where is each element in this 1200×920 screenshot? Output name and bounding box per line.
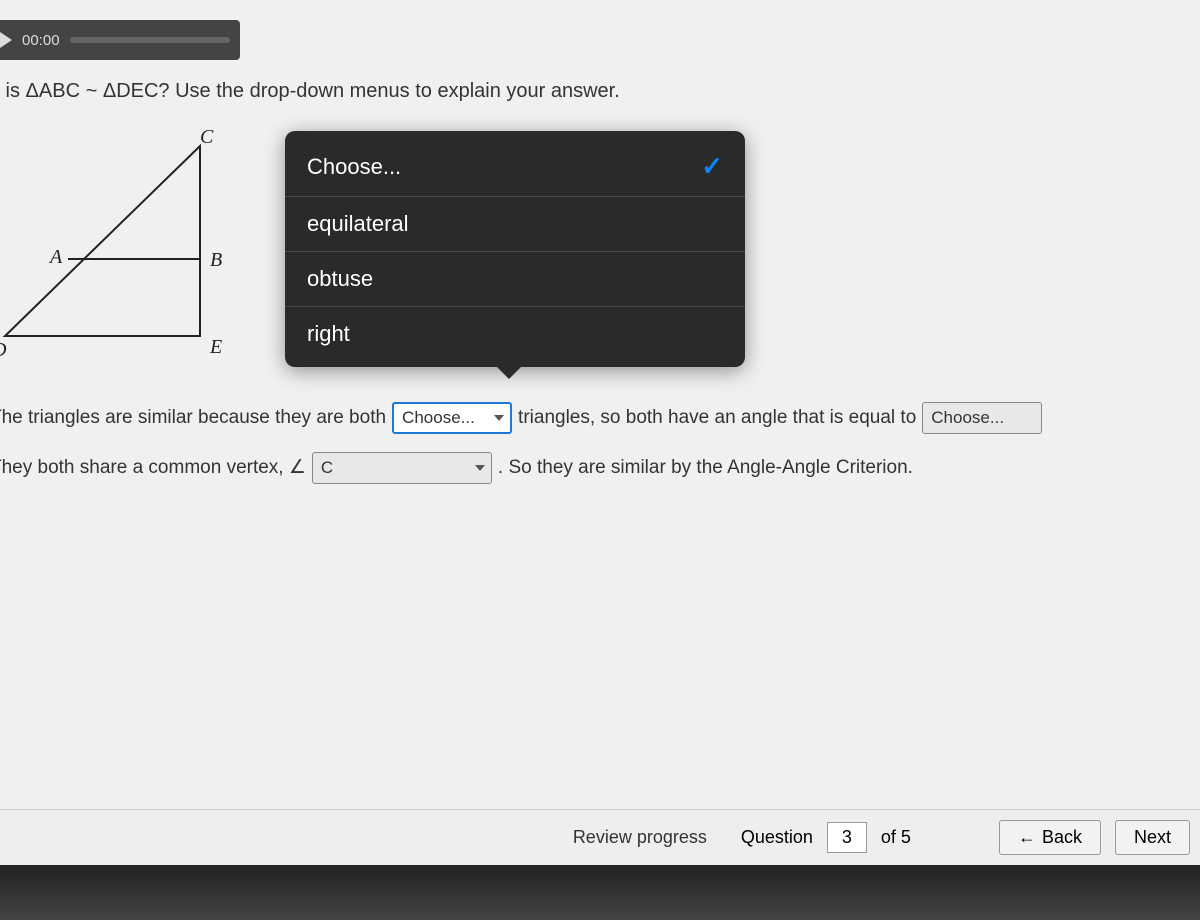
- statement-text: . So they are similar by the Angle-Angle…: [498, 447, 913, 489]
- triangle-diagram: C A B D E: [0, 131, 240, 351]
- vertex-dropdown[interactable]: C: [312, 452, 492, 484]
- popover-option-label: Choose...: [307, 154, 401, 180]
- check-icon: ✓: [701, 151, 723, 182]
- video-scrubber[interactable]: [70, 37, 230, 43]
- dropdown-popover: Choose... ✓ equilateral obtuse right: [285, 131, 745, 367]
- popover-option-label: equilateral: [307, 211, 409, 237]
- statement-text: The triangles are similar because they a…: [0, 397, 386, 439]
- popover-option-label: right: [307, 321, 350, 347]
- angle-dropdown[interactable]: Choose...: [922, 402, 1042, 434]
- popover-option-obtuse[interactable]: obtuse: [285, 252, 745, 307]
- chevron-down-icon: [494, 415, 504, 421]
- current-question-input[interactable]: 3: [827, 822, 867, 853]
- answer-statement: The triangles are similar because they a…: [0, 397, 1190, 489]
- question-text: y is ΔABC ~ ΔDEC? Use the drop-down menu…: [0, 80, 1190, 103]
- chevron-down-icon: [475, 465, 485, 471]
- vertex-e-label: E: [210, 336, 222, 359]
- device-bezel: [0, 865, 1200, 920]
- total-questions: of 5: [881, 827, 911, 848]
- video-time: 00:00: [22, 32, 60, 49]
- arrow-left-icon: [1018, 827, 1036, 848]
- play-icon[interactable]: [0, 32, 12, 48]
- vertex-b-label: B: [210, 249, 222, 272]
- review-progress-label: Review progress: [573, 827, 707, 848]
- vertex-a-label: A: [50, 246, 62, 269]
- statement-text: triangles, so both have an angle that is…: [518, 397, 916, 439]
- triangle-type-dropdown[interactable]: Choose...: [392, 402, 512, 434]
- statement-text: They both share a common vertex, ∠: [0, 447, 306, 489]
- footer-nav: Review progress Question 3 of 5 Back Nex…: [0, 809, 1200, 865]
- popover-option-choose[interactable]: Choose... ✓: [285, 137, 745, 197]
- popover-option-label: obtuse: [307, 266, 373, 292]
- video-controls[interactable]: 00:00: [0, 20, 240, 60]
- popover-option-equilateral[interactable]: equilateral: [285, 197, 745, 252]
- next-button[interactable]: Next: [1115, 820, 1190, 855]
- question-label: Question: [741, 827, 813, 848]
- vertex-d-label: D: [0, 339, 6, 362]
- popover-option-right[interactable]: right: [285, 307, 745, 361]
- vertex-c-label: C: [200, 126, 213, 149]
- back-button[interactable]: Back: [999, 820, 1101, 855]
